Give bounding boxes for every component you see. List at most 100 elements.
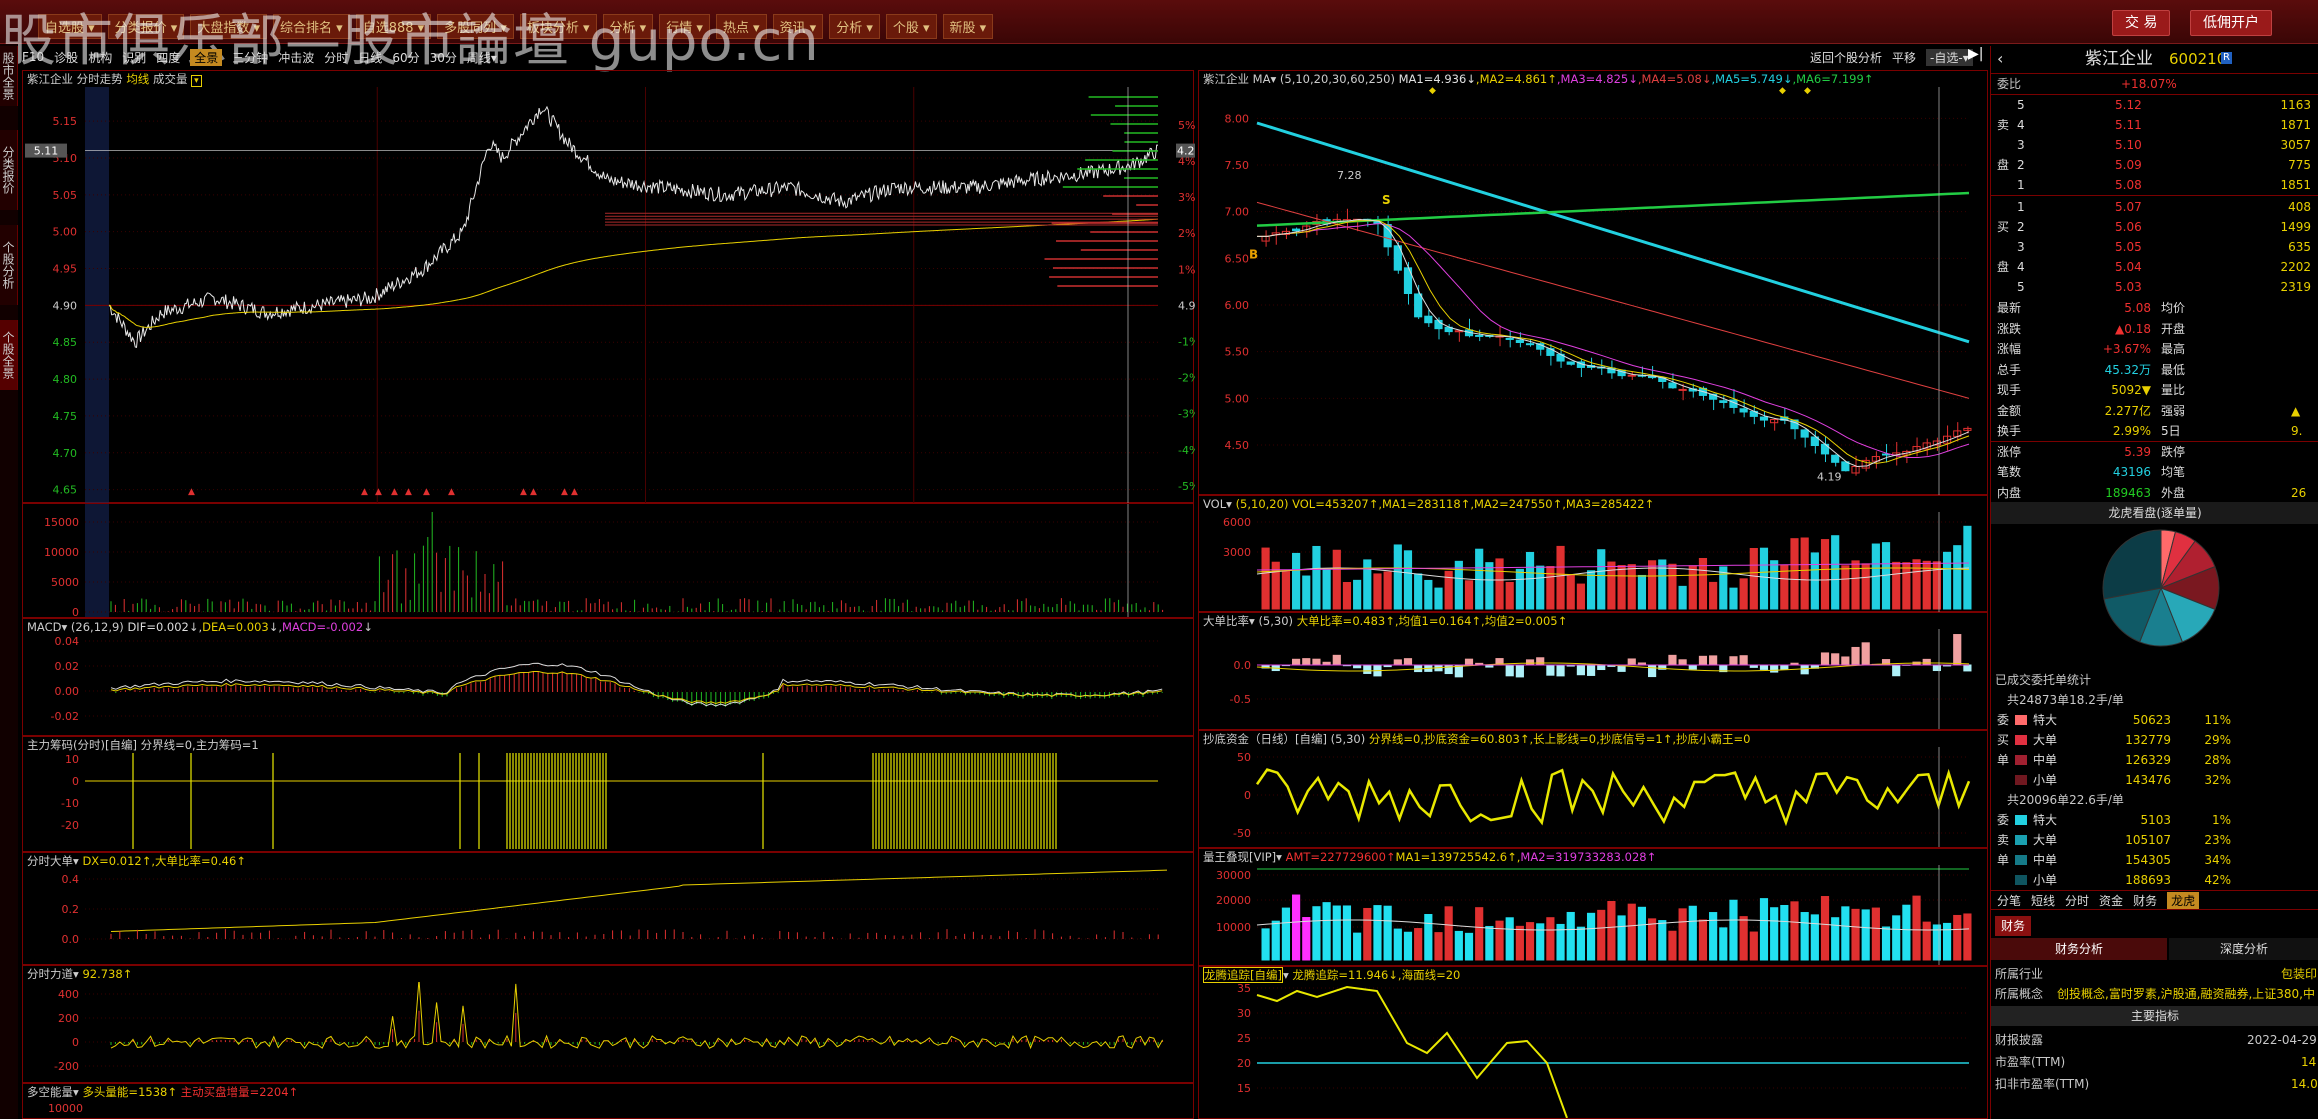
daily-vol-bar xyxy=(1739,578,1748,610)
right-tab[interactable]: 财务 xyxy=(2133,892,2157,909)
daily-lwzx-bar xyxy=(1515,925,1524,961)
daily-lwzx-bar xyxy=(1851,908,1860,961)
toolbar-right-item[interactable]: 返回个股分析 xyxy=(1810,49,1882,66)
sidebar-tab-panorama[interactable]: 个股全景 xyxy=(0,320,18,390)
level-volume: 3057 xyxy=(2280,138,2311,152)
toolbar-item[interactable]: 30分 xyxy=(430,49,457,66)
daily-lthx-name[interactable]: 龙腾追踪[自编] xyxy=(1203,967,1283,983)
tick-label: 50 xyxy=(1237,751,1251,764)
price-tick-label: 5.15 xyxy=(53,115,78,128)
stock-header: ‹ 紫江企业 600210 R xyxy=(1991,46,2318,72)
macd-dea: DEA=0.003 xyxy=(202,620,269,634)
dadan-name[interactable]: 分时大单 xyxy=(27,854,73,868)
toolbar-item[interactable]: 全景 xyxy=(190,48,223,66)
collapse-icon[interactable]: ▶| xyxy=(1968,46,1983,62)
daily-lwzx-name[interactable]: 量王叠现[VIP] xyxy=(1203,850,1276,864)
daily-ddbl-bar xyxy=(1292,658,1301,666)
daily-ddbl-bar xyxy=(1444,664,1453,675)
order-type: 大单 xyxy=(2033,733,2058,747)
right-tab[interactable]: 分笔 xyxy=(1997,892,2021,909)
toolbar-item[interactable]: 诊股 xyxy=(54,49,78,66)
order-type: 特大 xyxy=(2033,813,2058,827)
sidebar-tab-market[interactable]: 股市全景 xyxy=(0,46,18,106)
right-tab[interactable]: 短线 xyxy=(2031,892,2055,909)
level-price: 5.05 xyxy=(2115,240,2142,254)
sell-level-row[interactable]: 盘 2 5.09 775 xyxy=(1991,155,2318,175)
quote-value: 5092▼ xyxy=(2111,383,2151,397)
webi-value: +18.07% xyxy=(2121,77,2177,91)
finance-tab[interactable]: 财务 xyxy=(1995,916,2032,936)
sell-level-row[interactable]: 卖 4 5.11 1871 xyxy=(1991,115,2318,135)
side-label: 买 xyxy=(1997,733,2010,747)
buy-level-row[interactable]: 盘 4 5.04 2202 xyxy=(1991,257,2318,277)
daily-vol-bar xyxy=(1576,583,1585,610)
back-icon[interactable]: ‹ xyxy=(1997,46,2003,72)
daily-ddbl-bar xyxy=(1963,664,1972,672)
lidao-title: 分时力道▾ 92.738↑ xyxy=(27,967,133,981)
top-menu-item[interactable]: 分析 ▾ xyxy=(829,14,880,39)
top-menu-item[interactable]: 新股 ▾ xyxy=(942,14,994,39)
toolbar-item[interactable]: 冲击波 xyxy=(278,49,314,66)
right-tab[interactable]: 分时 xyxy=(2065,892,2089,909)
quote-row: 内盘 189463 外盘 26 xyxy=(1991,483,2318,503)
toolbar-item[interactable]: 三分钟 xyxy=(232,49,268,66)
finance-analysis-button[interactable]: 财务分析 xyxy=(1991,938,2167,960)
toolbar-item[interactable]: 四度 xyxy=(156,49,180,66)
right-tab[interactable]: 资金 xyxy=(2099,892,2123,909)
daily-vol-bar xyxy=(1678,585,1687,610)
toolbar-item[interactable]: 60分 xyxy=(392,49,419,66)
quote-value: 5.08 xyxy=(2124,301,2151,315)
macd-title: MACD▾ (26,12,9) DIF=0.002↓,DEA=0.003↓,MA… xyxy=(27,620,373,634)
lidao-name[interactable]: 分时力道 xyxy=(27,967,73,981)
toolbar-item[interactable]: F10 xyxy=(22,50,44,64)
toolbar-item[interactable]: 周线▾ xyxy=(467,49,497,66)
daily-lwzx-bar xyxy=(1648,918,1657,961)
macd-name[interactable]: MACD xyxy=(27,620,61,634)
lidao-values: 92.738↑ xyxy=(82,967,133,981)
daily-lwzx-bar xyxy=(1637,906,1647,961)
deep-analysis-button[interactable]: 深度分析 xyxy=(2169,938,2318,960)
daily-cdzj-name[interactable]: 抄底资金（日线）[自编] xyxy=(1203,732,1327,746)
buy-level-row[interactable]: 3 5.05 635 xyxy=(1991,237,2318,257)
buy-level-row[interactable]: 买 2 5.06 1499 xyxy=(1991,217,2318,237)
toolbar-item[interactable]: 识别 xyxy=(122,49,146,66)
toolbar-right-item[interactable]: -自选-▾ xyxy=(1926,48,1973,66)
price-tick-label: 4.85 xyxy=(53,336,78,349)
ma-selector[interactable]: MA xyxy=(1253,72,1271,86)
sell-level-row[interactable]: 3 5.10 3057 xyxy=(1991,135,2318,155)
toolbar-item[interactable]: 日线 xyxy=(358,49,382,66)
sidebar-tab-analysis[interactable]: 个股分析 xyxy=(0,225,18,305)
candle-body xyxy=(1505,337,1514,340)
pe2-value: 14.0 xyxy=(2291,1077,2318,1091)
buy-level-row[interactable]: 1 5.07 408 xyxy=(1991,197,2318,217)
price-tick-label: 4.80 xyxy=(53,373,78,386)
daily-vol-bar xyxy=(1627,564,1636,610)
daily-lwzx-bar xyxy=(1383,905,1392,961)
quote-value2: 26 xyxy=(2291,485,2307,500)
side-label: 单 xyxy=(1997,753,2010,767)
toolbar-right-item[interactable]: 平移 xyxy=(1892,49,1916,66)
sell-level-row[interactable]: 5 5.12 1163 xyxy=(1991,95,2318,115)
sell-level-row[interactable]: 1 5.08 1851 xyxy=(1991,175,2318,195)
report-row: 财报披露 2022-04-29 xyxy=(1991,1030,2318,1050)
signal-marker: ▲ xyxy=(571,487,578,497)
candle-body xyxy=(1719,400,1728,403)
toolbar-item[interactable]: 分时 xyxy=(324,49,348,66)
daily-ddbl-name[interactable]: 大单比率 xyxy=(1203,614,1249,628)
buy-level-row[interactable]: 5 5.03 2319 xyxy=(1991,277,2318,297)
zhuli-name[interactable]: 主力筹码(分时)[自编] xyxy=(27,738,137,752)
legend-swatch xyxy=(2015,735,2027,745)
level-label: 3 xyxy=(2017,138,2025,152)
candle-body xyxy=(1800,429,1809,438)
sidebar-tab-category[interactable]: 分类报价 xyxy=(0,130,18,210)
daily-vol-name[interactable]: VOL xyxy=(1203,497,1226,511)
dropdown-icon[interactable]: ▾ xyxy=(191,75,202,87)
right-tab[interactable]: 龙虎 xyxy=(2167,891,2200,909)
toolbar-item[interactable]: 机构 xyxy=(88,49,112,66)
daily-cdzj-params: (5,30) xyxy=(1330,732,1366,746)
top-menu-item[interactable]: 个股 ▾ xyxy=(885,14,937,39)
duokong-name[interactable]: 多空能量 xyxy=(27,1085,73,1099)
margin-account-button[interactable]: 低佣开户 xyxy=(2190,10,2272,36)
daily-vol-bar xyxy=(1790,538,1799,610)
trade-button[interactable]: 交 易 xyxy=(2112,10,2171,36)
